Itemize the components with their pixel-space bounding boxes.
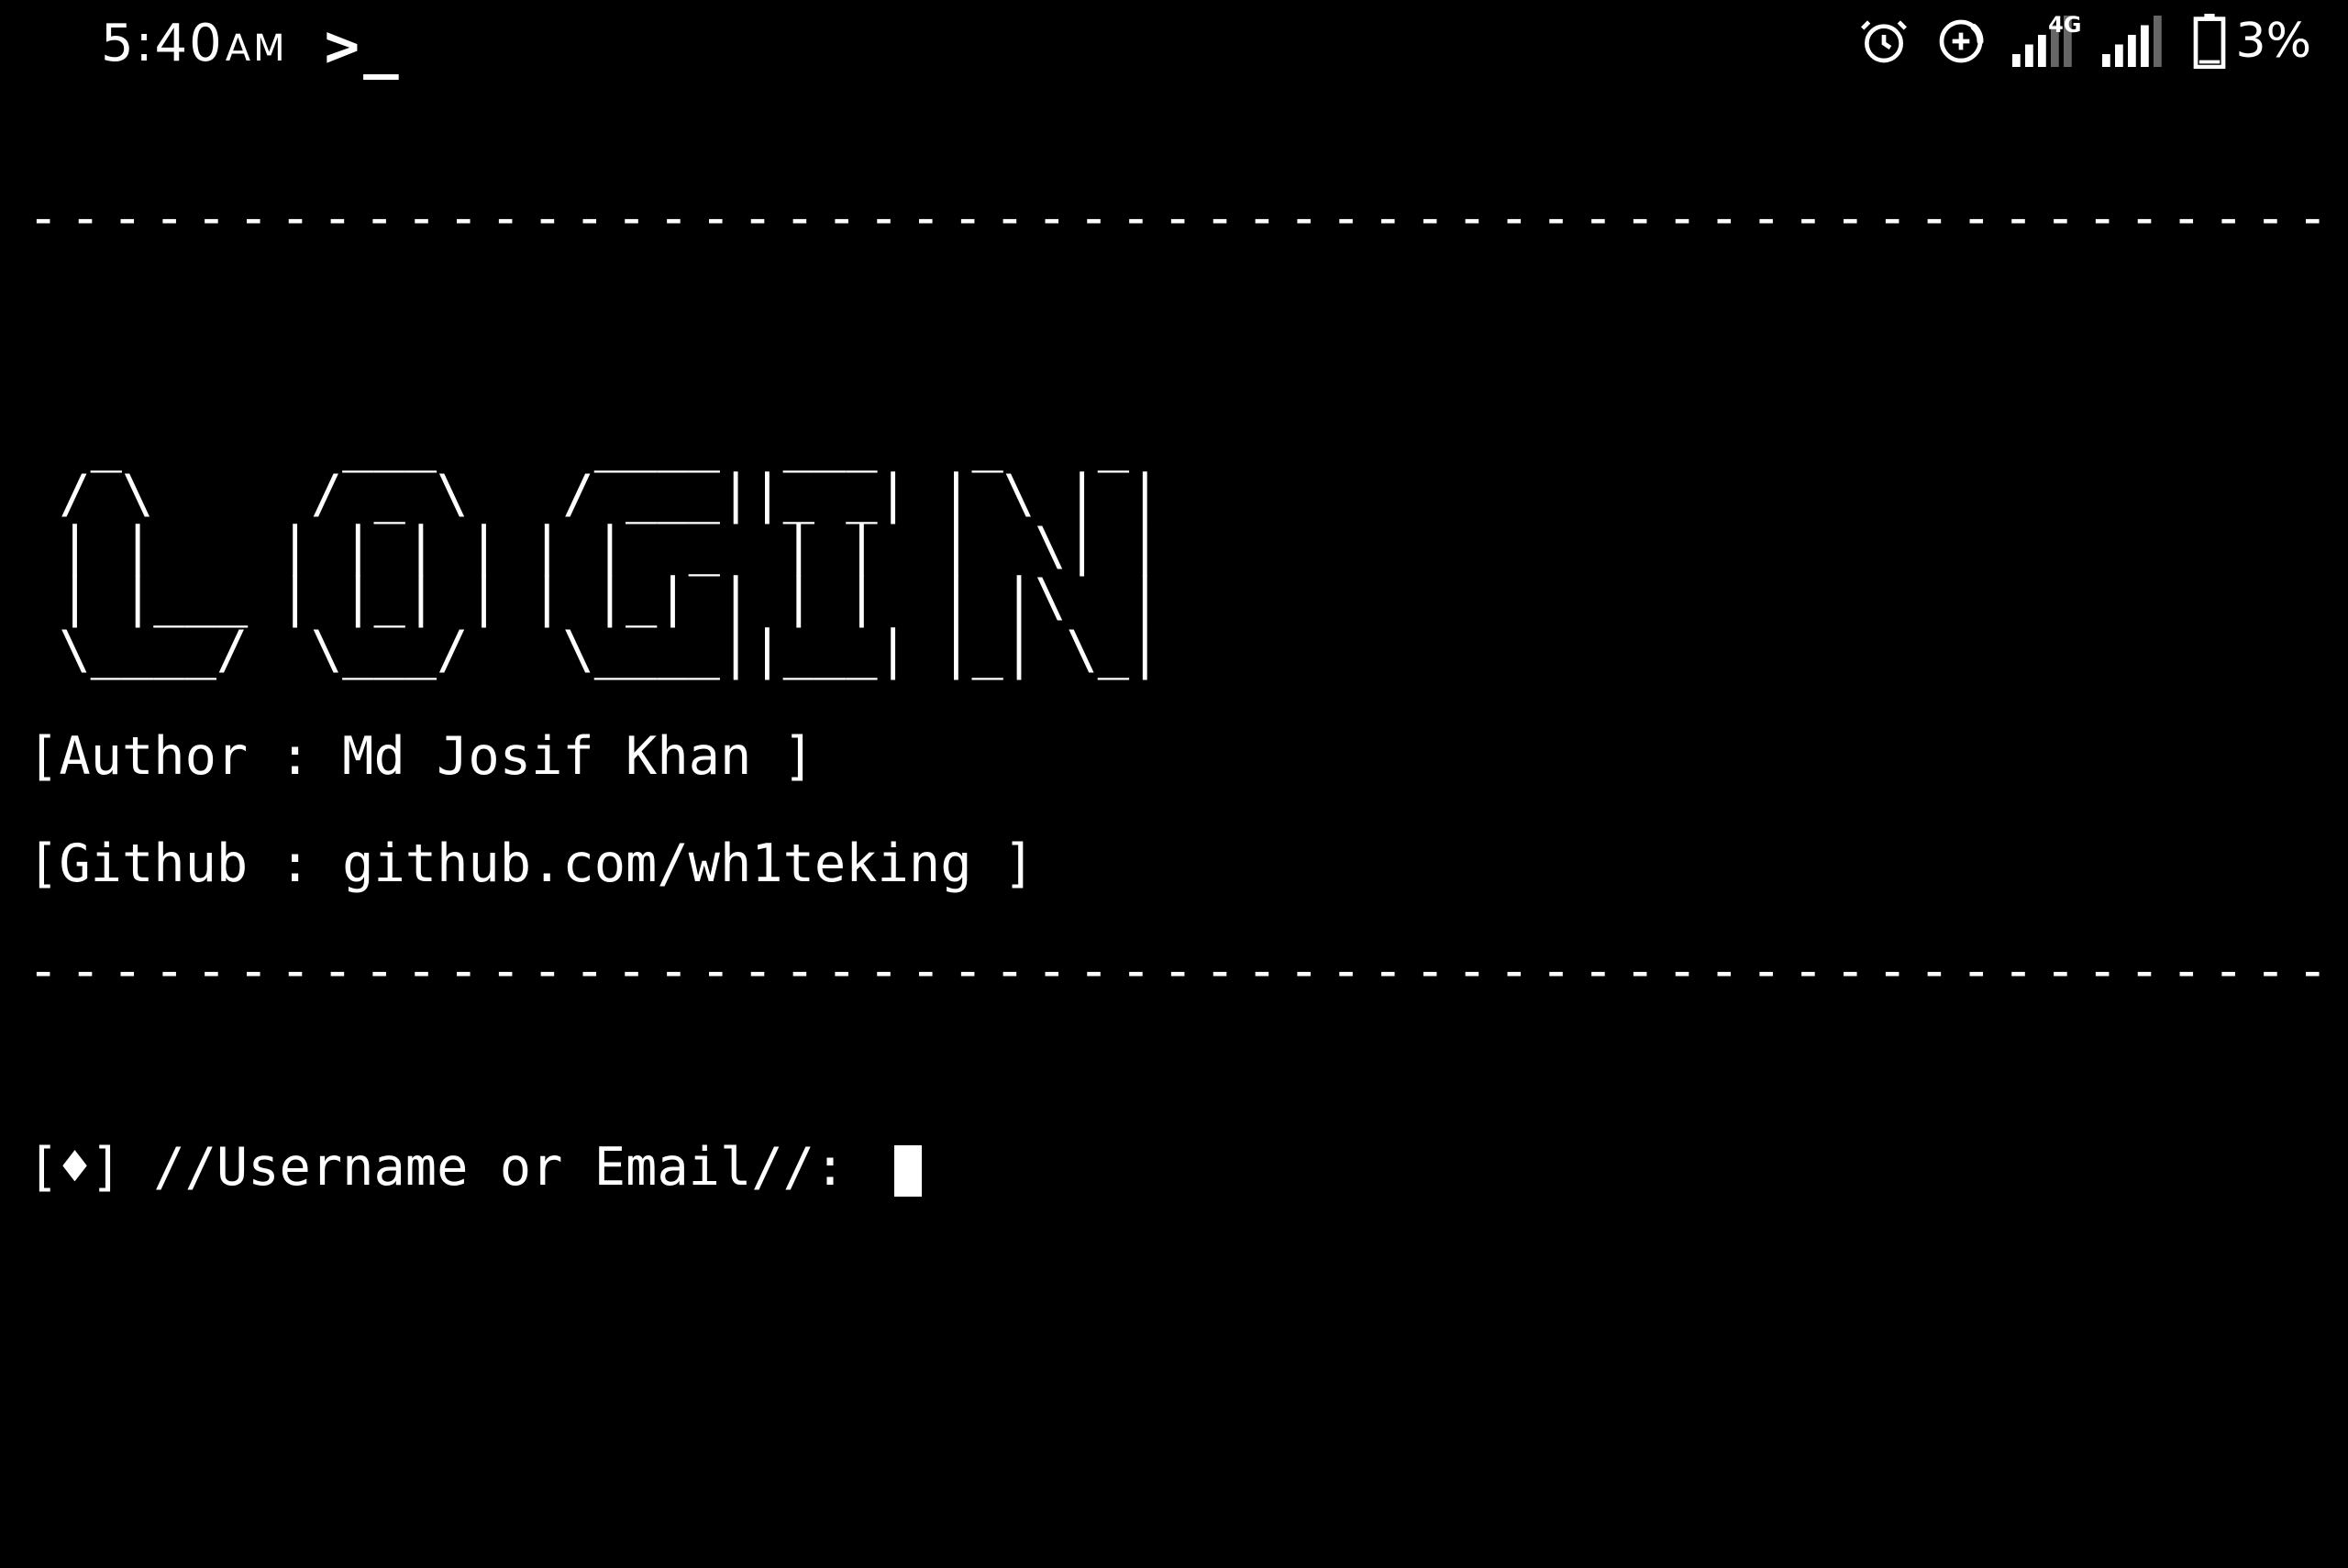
- data-saver-icon: [1935, 16, 1987, 67]
- prompt-label: [♦] //Username or Email//:: [28, 1141, 878, 1195]
- cellular-signal-1-icon: 4G: [2012, 16, 2077, 67]
- status-right: 4G 3%: [1858, 14, 2312, 69]
- status-left: 5:40AM >_: [101, 7, 403, 75]
- separator-bottom: ----------------------------------------…: [28, 944, 2320, 999]
- battery-icon: [2192, 14, 2227, 69]
- clock-time: 5:40: [101, 14, 224, 73]
- battery-percent: 3%: [2236, 14, 2312, 69]
- status-bar: 5:40AM >_: [0, 0, 2348, 83]
- github-line: [Github : github.com/wh1teking ]: [28, 837, 2320, 891]
- ascii-art-banner: _ ___ ____ ___ _ _ / \ / _ \ / ___||_ _|…: [28, 417, 2320, 676]
- alarm-icon: [1858, 16, 1910, 67]
- separator-top: ----------------------------------------…: [28, 192, 2320, 246]
- battery-indicator: 3%: [2192, 14, 2312, 69]
- network-type-label: 4G: [2048, 12, 2081, 38]
- clock: 5:40AM: [101, 14, 288, 73]
- terminal-app-icon: >_: [325, 13, 403, 81]
- author-line: [Author : Md Josif Khan ]: [28, 730, 2320, 784]
- text-cursor[interactable]: [894, 1145, 922, 1197]
- clock-ampm: AM: [226, 28, 288, 70]
- prompt-row[interactable]: [♦] //Username or Email//:: [28, 1141, 2320, 1195]
- cellular-signal-2-icon: [2102, 16, 2166, 67]
- terminal-output[interactable]: ----------------------------------------…: [0, 83, 2348, 1248]
